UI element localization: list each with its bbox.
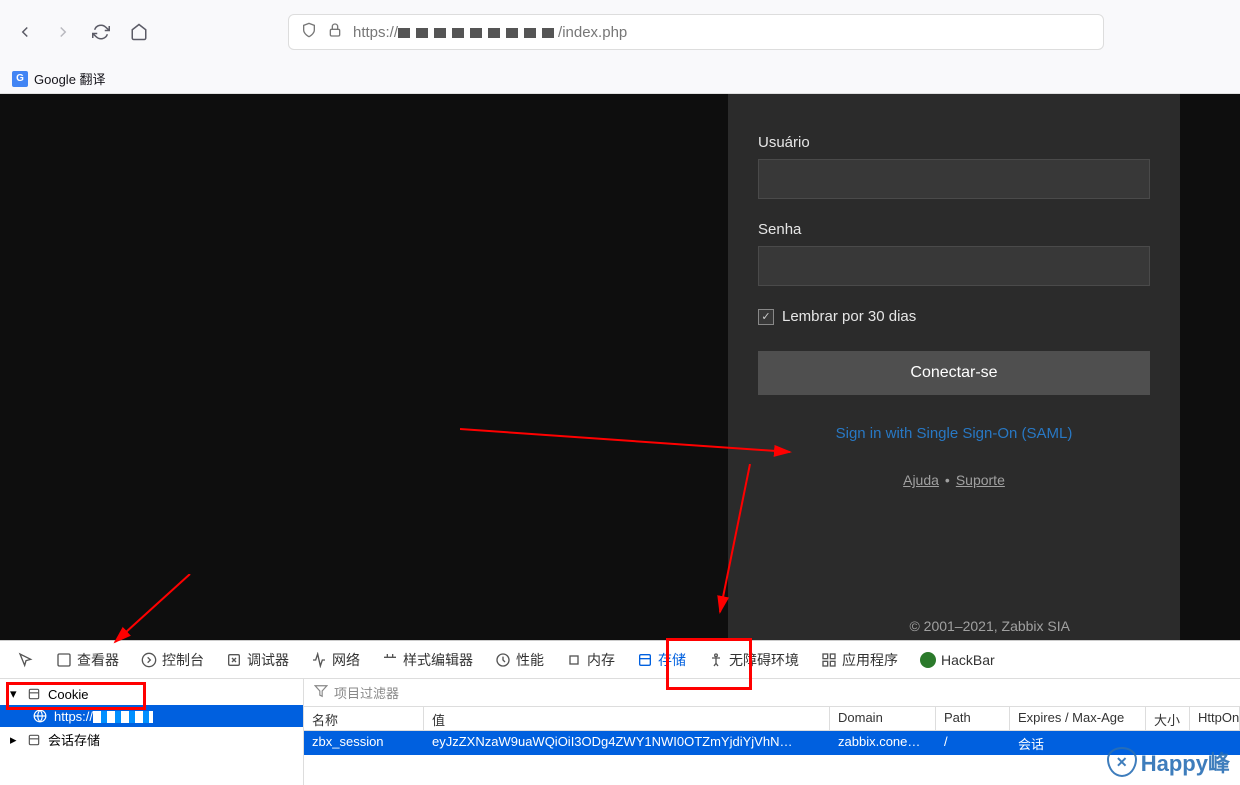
col-path[interactable]: Path <box>936 707 1010 730</box>
storage-main: 项目过滤器 名称 值 Domain Path Expires / Max-Age… <box>304 679 1240 785</box>
shield-icon <box>301 22 317 43</box>
globe-icon <box>32 708 48 724</box>
tab-storage[interactable]: 存储 <box>627 641 696 678</box>
help-link[interactable]: Ajuda <box>903 472 939 488</box>
bookmark-google-translate[interactable]: G Google 翻译 <box>12 69 106 88</box>
username-label: Usuário <box>758 134 1150 151</box>
tab-memory[interactable]: 内存 <box>556 641 625 678</box>
translate-icon: G <box>12 71 28 87</box>
sidebar-host-label: https:// <box>54 709 153 724</box>
nav-controls <box>16 23 148 41</box>
sidebar-session-label: 会话存储 <box>48 730 100 749</box>
table-header: 名称 值 Domain Path Expires / Max-Age 大小 Ht… <box>304 707 1240 731</box>
bookmarks-bar: G Google 翻译 <box>0 64 1240 94</box>
col-size[interactable]: 大小 <box>1146 707 1190 730</box>
help-links: Ajuda•Suporte <box>758 472 1150 488</box>
cell-value: eyJzZXNzaW9uaWQiOiI3ODg4ZWY1NWI0OTZmYjdi… <box>424 731 830 755</box>
saml-link[interactable]: Sign in with Single Sign-On (SAML) <box>758 425 1150 442</box>
cookie-table: 名称 值 Domain Path Expires / Max-Age 大小 Ht… <box>304 707 1240 785</box>
col-domain[interactable]: Domain <box>830 707 936 730</box>
tab-network[interactable]: 网络 <box>301 641 370 678</box>
devtools: 查看器 控制台 调试器 网络 样式编辑器 性能 内存 存储 无障碍环境 应用程序… <box>0 640 1240 785</box>
connect-button[interactable]: Conectar-se <box>758 351 1150 395</box>
url-bar[interactable]: https:///index.php <box>288 14 1104 50</box>
col-value[interactable]: 值 <box>424 707 830 730</box>
copyright: © 2001–2021, Zabbix SIA <box>909 618 1070 634</box>
password-input[interactable] <box>758 246 1150 286</box>
bookmark-label: Google 翻译 <box>34 69 106 88</box>
cell-name: zbx_session <box>304 731 424 755</box>
tab-console[interactable]: 控制台 <box>131 641 214 678</box>
filter-icon <box>314 684 328 701</box>
devtools-picker[interactable] <box>8 641 44 678</box>
browser-toolbar: https:///index.php <box>0 0 1240 64</box>
devtools-body: ▾ Cookie https:// ▸ 会话存储 项目过滤器 名称 <box>0 679 1240 785</box>
storage-icon <box>26 732 42 748</box>
page-content: Usuário Senha ✓ Lembrar por 30 dias Cone… <box>0 94 1240 640</box>
lock-icon <box>327 22 343 43</box>
sidebar-cookie-label: Cookie <box>48 687 88 702</box>
col-name[interactable]: 名称 <box>304 707 424 730</box>
password-label: Senha <box>758 221 1150 238</box>
reload-button[interactable] <box>92 23 110 41</box>
tab-hackbar[interactable]: HackBar <box>910 641 1005 678</box>
tab-application[interactable]: 应用程序 <box>811 641 908 678</box>
remember-checkbox[interactable]: ✓ <box>758 309 774 325</box>
url-text: https:///index.php <box>353 24 627 41</box>
cell-size <box>1146 731 1190 755</box>
back-button[interactable] <box>16 23 34 41</box>
tab-debugger[interactable]: 调试器 <box>216 641 299 678</box>
storage-sidebar: ▾ Cookie https:// ▸ 会话存储 <box>0 679 304 785</box>
cookie-icon <box>26 686 42 702</box>
sidebar-cookie[interactable]: ▾ Cookie <box>0 683 303 705</box>
cell-httponly <box>1190 731 1240 755</box>
tab-inspector[interactable]: 查看器 <box>46 641 129 678</box>
filter-bar[interactable]: 项目过滤器 <box>304 679 1240 707</box>
expand-icon: ▾ <box>10 686 20 702</box>
tab-accessibility[interactable]: 无障碍环境 <box>698 641 809 678</box>
login-panel: Usuário Senha ✓ Lembrar por 30 dias Cone… <box>728 94 1180 640</box>
remember-row[interactable]: ✓ Lembrar por 30 dias <box>758 308 1150 325</box>
username-input[interactable] <box>758 159 1150 199</box>
forward-button[interactable] <box>54 23 72 41</box>
table-row[interactable]: zbx_session eyJzZXNzaW9uaWQiOiI3ODg4ZWY1… <box>304 731 1240 755</box>
sidebar-session-storage[interactable]: ▸ 会话存储 <box>0 727 303 752</box>
cell-expires: 会话 <box>1010 731 1146 755</box>
col-httponly[interactable]: HttpOn <box>1190 707 1240 730</box>
col-expires[interactable]: Expires / Max-Age <box>1010 707 1146 730</box>
sidebar-https-host[interactable]: https:// <box>0 705 303 727</box>
cell-path: / <box>936 731 1010 755</box>
devtools-tabbar: 查看器 控制台 调试器 网络 样式编辑器 性能 内存 存储 无障碍环境 应用程序… <box>0 641 1240 679</box>
expand-icon: ▸ <box>10 732 20 748</box>
tab-styleeditor[interactable]: 样式编辑器 <box>372 641 483 678</box>
remember-label: Lembrar por 30 dias <box>782 308 916 325</box>
tab-performance[interactable]: 性能 <box>485 641 554 678</box>
filter-placeholder: 项目过滤器 <box>334 683 399 702</box>
support-link[interactable]: Suporte <box>956 472 1005 488</box>
cell-domain: zabbix.cone… <box>830 731 936 755</box>
home-button[interactable] <box>130 23 148 41</box>
